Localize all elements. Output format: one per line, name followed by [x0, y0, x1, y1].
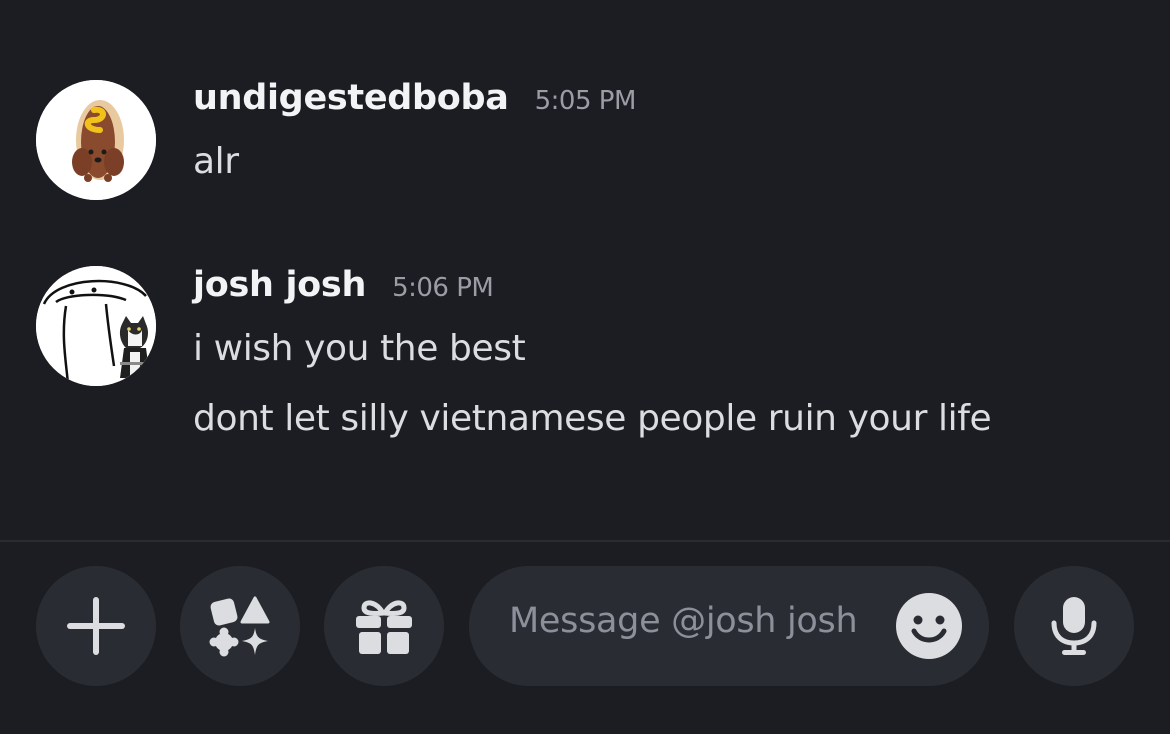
message-text: alr — [193, 141, 239, 182]
apps-button[interactable] — [180, 566, 300, 686]
composer-divider — [0, 540, 1170, 542]
doodle-cat-avatar-image — [36, 266, 156, 386]
gift-button[interactable] — [324, 566, 444, 686]
emoji-button[interactable] — [896, 593, 962, 659]
author-name[interactable]: undigestedboba — [193, 78, 509, 118]
microphone-icon — [1051, 597, 1097, 655]
message-input[interactable]: Message @josh josh — [469, 566, 989, 686]
apps-icon — [209, 596, 270, 657]
message-header: josh josh 5:06 PM — [193, 265, 494, 305]
hotdog-dog-avatar-image — [36, 80, 156, 200]
message-header: undigestedboba 5:05 PM — [193, 78, 636, 118]
avatar[interactable] — [36, 266, 156, 386]
message-composer: Message @josh josh — [0, 566, 1170, 686]
add-attachment-button[interactable] — [36, 566, 156, 686]
message-timestamp: 5:05 PM — [534, 86, 637, 116]
emoji-icon — [896, 593, 962, 659]
plus-icon — [67, 597, 125, 655]
author-name[interactable]: josh josh — [193, 265, 366, 305]
avatar[interactable] — [36, 80, 156, 200]
message-timestamp: 5:06 PM — [392, 273, 494, 303]
voice-message-button[interactable] — [1014, 566, 1134, 686]
chat-screen: undigestedboba 5:05 PM alr josh josh 5:0… — [0, 0, 1170, 734]
gift-icon — [356, 600, 412, 654]
message-text: i wish you the best — [193, 328, 526, 369]
message-text: dont let silly vietnamese people ruin yo… — [193, 398, 992, 439]
message-input-placeholder: Message @josh josh — [509, 601, 858, 641]
